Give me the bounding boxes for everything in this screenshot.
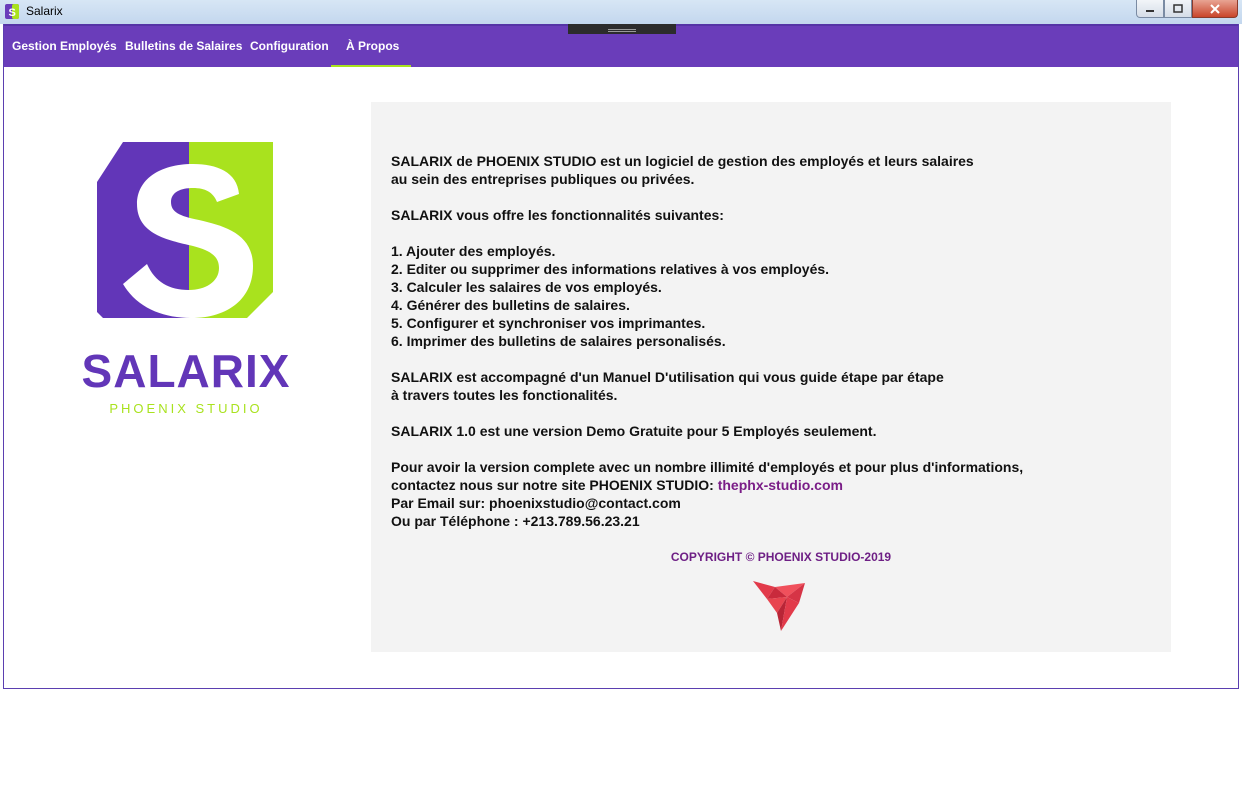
about-text: SALARIX de PHOENIX STUDIO est un logicie… xyxy=(391,152,1151,530)
feature-item: 1. Ajouter des employés. xyxy=(391,243,556,259)
menu-a-propos[interactable]: À Propos xyxy=(331,26,411,67)
copyright: COPYRIGHT © PHOENIX STUDIO-2019 xyxy=(670,550,892,564)
menu-bar: Gestion Employés Bulletins de Salaires C… xyxy=(4,24,1238,67)
menu-gestion-employes[interactable]: Gestion Employés xyxy=(4,26,125,67)
feature-item: 3. Calculer les salaires de vos employés… xyxy=(391,279,662,295)
about-intro-line2: au sein des entreprises publiques ou pri… xyxy=(391,171,695,187)
maximize-button[interactable] xyxy=(1164,0,1192,18)
about-intro-line1: SALARIX de PHOENIX STUDIO est un logicie… xyxy=(391,153,974,169)
brand-subtitle: PHOENIX STUDIO xyxy=(109,401,263,416)
menu-bulletins-de-salaires[interactable]: Bulletins de Salaires xyxy=(117,26,250,67)
feature-item: 2. Editer ou supprimer des informations … xyxy=(391,261,830,277)
phone-line: Ou par Téléphone : +213.789.56.23.21 xyxy=(391,513,640,529)
menu-configuration[interactable]: Configuration xyxy=(242,26,337,67)
app-window: Gestion Employés Bulletins de Salaires C… xyxy=(3,24,1239,689)
salarix-logo-icon xyxy=(97,142,273,318)
contact-prefix: contactez nous sur notre site PHOENIX ST… xyxy=(391,477,718,493)
window-controls xyxy=(1136,0,1238,18)
manual-line2: à travers toutes les fonctionalités. xyxy=(391,387,618,403)
maximize-icon xyxy=(1173,4,1183,13)
email-line: Par Email sur: phoenixstudio@contact.com xyxy=(391,495,681,511)
minimize-icon xyxy=(1146,9,1154,12)
feature-item: 6. Imprimer des bulletins de salaires pe… xyxy=(391,333,726,349)
svg-text:S: S xyxy=(9,7,16,19)
salarix-app-icon: S xyxy=(5,4,19,19)
website-link[interactable]: thephx-studio.com xyxy=(718,477,843,493)
features-title: SALARIX vous offre les fonctionnalités s… xyxy=(391,207,724,223)
feature-item: 5. Configurer et synchroniser vos imprim… xyxy=(391,315,706,331)
manual-line1: SALARIX est accompagné d'un Manuel D'uti… xyxy=(391,369,944,385)
demo-notice: SALARIX 1.0 est une version Demo Gratuit… xyxy=(391,423,877,439)
close-button[interactable] xyxy=(1192,0,1238,18)
drag-handle[interactable] xyxy=(568,24,676,34)
minimize-button[interactable] xyxy=(1136,0,1164,18)
close-icon xyxy=(1210,3,1220,14)
title-bar: S Salarix xyxy=(0,0,1242,24)
contact-line1: Pour avoir la version complete avec un n… xyxy=(391,459,1024,475)
brand-name: SALARIX xyxy=(81,345,291,397)
feature-item: 4. Générer des bulletins de salaires. xyxy=(391,297,630,313)
window-title: Salarix xyxy=(26,4,63,18)
about-panel: SALARIX de PHOENIX STUDIO est un logicie… xyxy=(371,102,1171,652)
contact-line2: contactez nous sur notre site PHOENIX ST… xyxy=(391,476,1151,494)
phoenix-bird-icon xyxy=(753,581,805,631)
